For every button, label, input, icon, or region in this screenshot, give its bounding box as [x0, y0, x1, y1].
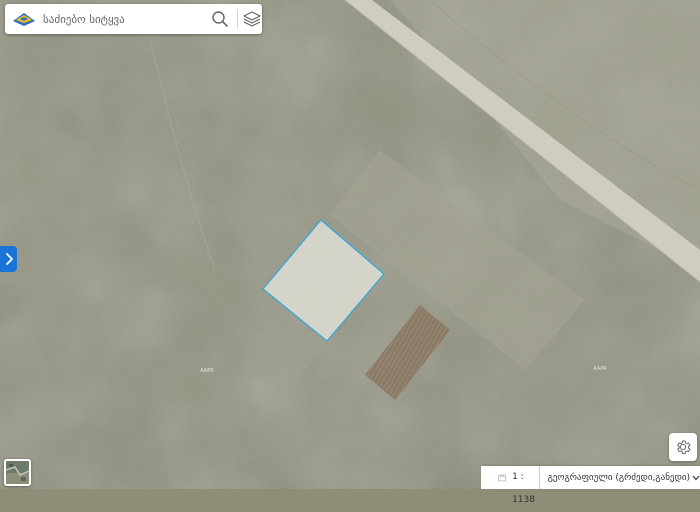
- map-footer: 1 : 1138 გეოგრაფიული (გრძედი,განედი): [481, 466, 700, 505]
- search-icon[interactable]: [211, 10, 229, 28]
- scale-icon: [498, 474, 506, 481]
- settings-button[interactable]: [669, 433, 697, 461]
- map-label: AAPR: [200, 368, 214, 374]
- layers-icon[interactable]: [242, 9, 262, 29]
- gear-icon: [677, 440, 691, 455]
- search-bar: [5, 4, 262, 34]
- projection-select[interactable]: გეოგრაფიული (გრძედი,განედი): [548, 473, 700, 483]
- basemap-switcher[interactable]: [4, 459, 31, 486]
- projection-label: გეოგრაფიული (გრძედი,განედი): [547, 472, 690, 483]
- side-panel-toggle[interactable]: [0, 246, 17, 272]
- search-divider: [237, 9, 238, 29]
- agency-logo-icon: [13, 13, 35, 26]
- basemap-thumbnail-icon: [6, 461, 29, 484]
- search-input[interactable]: [43, 10, 203, 28]
- chevron-down-icon: [692, 475, 700, 480]
- map-view[interactable]: AAPR AAPR: [0, 0, 700, 489]
- scale-label: 1 : 1138: [512, 466, 540, 505]
- map-label: AAPR: [593, 366, 607, 372]
- chevron-right-icon: [5, 253, 13, 265]
